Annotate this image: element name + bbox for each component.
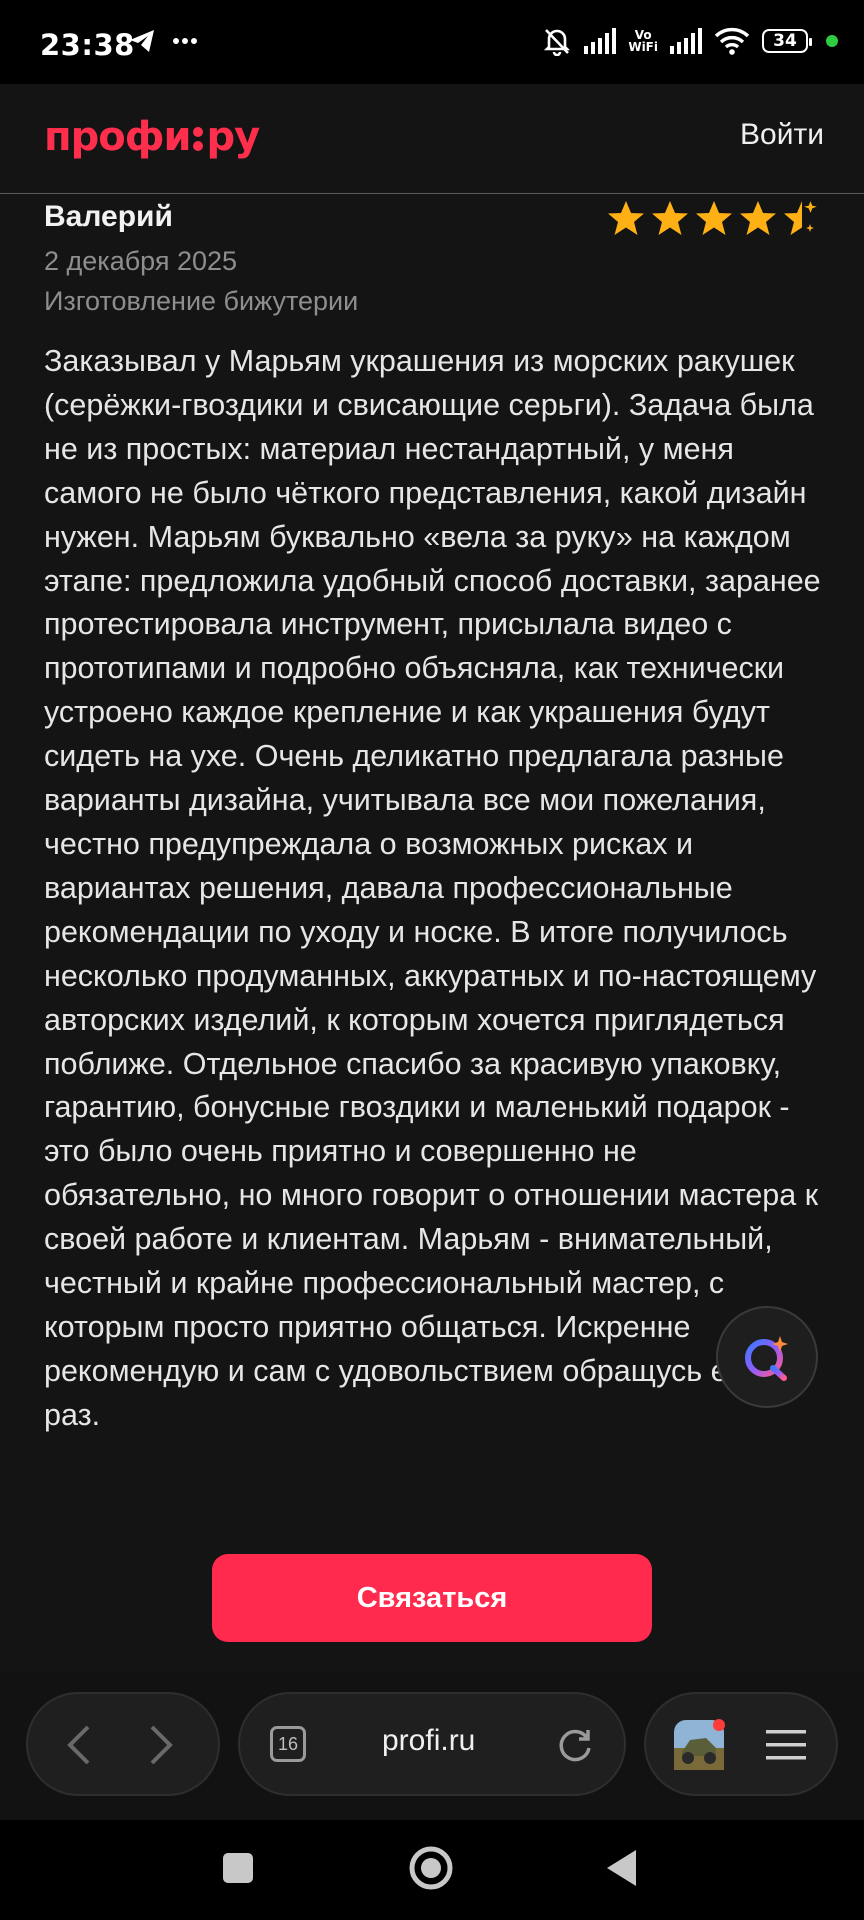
battery-icon: 34 bbox=[762, 29, 812, 53]
game-thumbnail-icon[interactable] bbox=[672, 1718, 726, 1772]
address-bar[interactable]: 16 profi.ru bbox=[238, 1692, 626, 1796]
android-nav-bar bbox=[0, 1820, 864, 1920]
signal-icon bbox=[584, 28, 617, 54]
review-date: 2 декабря 2025 bbox=[44, 246, 238, 276]
reload-icon[interactable] bbox=[556, 1726, 594, 1764]
contact-button[interactable]: Связаться bbox=[212, 1554, 652, 1642]
nav-pill bbox=[26, 1692, 220, 1796]
more-dots-icon bbox=[173, 38, 197, 44]
star-icon bbox=[740, 201, 776, 235]
back-triangle-icon[interactable] bbox=[604, 1848, 638, 1888]
reviewer-name: Валерий bbox=[44, 200, 173, 233]
status-bar: 23:38 Vo WiFi 34 bbox=[0, 0, 864, 84]
forward-arrow-icon[interactable] bbox=[146, 1724, 176, 1766]
signal-icon-2 bbox=[670, 28, 702, 54]
profi-logo[interactable]: профи ру bbox=[44, 114, 260, 160]
back-arrow-icon[interactable] bbox=[64, 1724, 94, 1766]
star-icon bbox=[696, 201, 732, 235]
url-text[interactable]: profi.ru bbox=[382, 1724, 475, 1758]
app-header: профи ру Войти bbox=[0, 84, 864, 194]
wifi-icon bbox=[714, 27, 750, 55]
login-link[interactable]: Войти bbox=[740, 118, 824, 152]
review-text: Заказывал у Марьям украшения из морских … bbox=[44, 344, 821, 1432]
vowifi-label: Vo WiFi bbox=[628, 28, 658, 54]
hamburger-menu-icon[interactable] bbox=[766, 1728, 806, 1762]
assistant-fab[interactable] bbox=[716, 1306, 818, 1408]
privacy-indicator-icon bbox=[826, 35, 838, 47]
recents-square-icon[interactable] bbox=[222, 1852, 254, 1884]
star-icon bbox=[652, 201, 688, 235]
logo-colon-icon bbox=[191, 124, 205, 154]
mute-bell-icon bbox=[544, 29, 571, 56]
star-icon bbox=[608, 201, 644, 235]
menu-pill bbox=[644, 1692, 838, 1796]
tabs-counter-icon[interactable]: 16 bbox=[270, 1726, 306, 1762]
telegram-icon bbox=[130, 30, 154, 52]
ai-assistant-icon bbox=[745, 1336, 788, 1381]
star-half-icon bbox=[784, 201, 817, 235]
browser-toolbar: 16 profi.ru bbox=[0, 1672, 864, 1820]
status-time: 23:38 bbox=[40, 28, 135, 62]
review-service: Изготовление бижутерии bbox=[44, 286, 359, 316]
rating-stars bbox=[606, 198, 822, 238]
home-circle-icon[interactable] bbox=[408, 1845, 454, 1891]
